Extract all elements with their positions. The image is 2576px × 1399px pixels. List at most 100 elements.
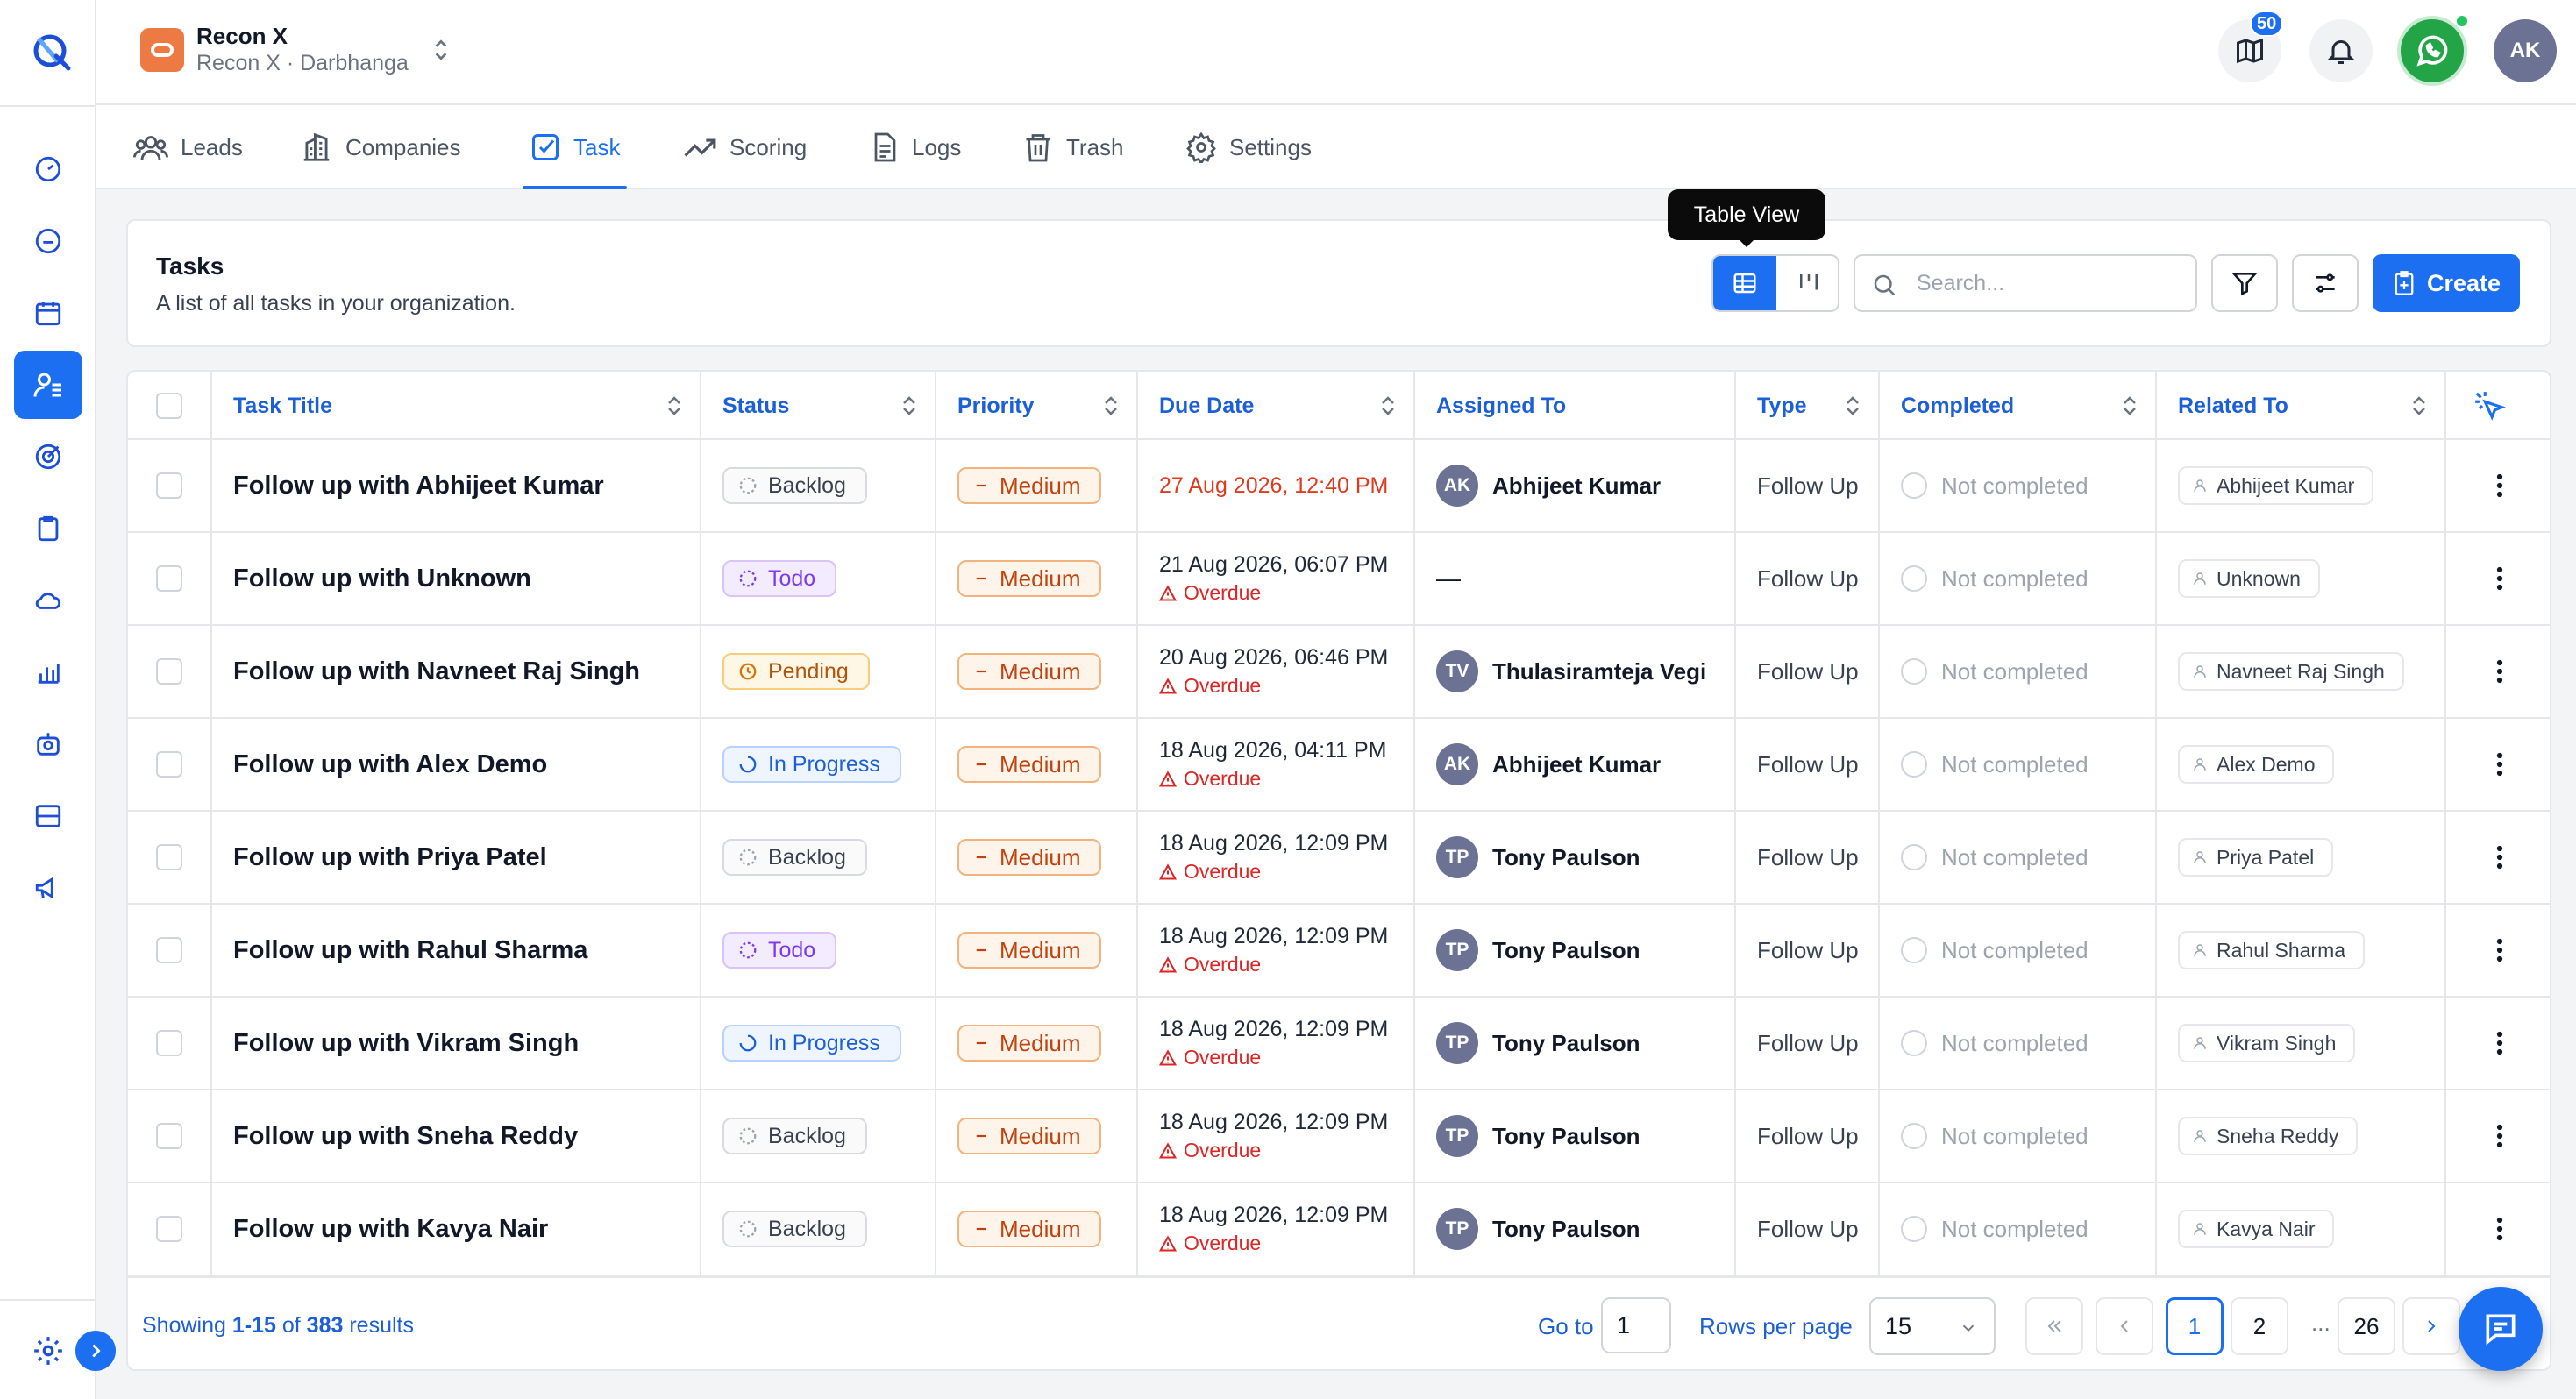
related-to-badge[interactable]: Sneha Reddy	[2178, 1117, 2359, 1155]
table-row[interactable]: Follow up with Unknown Todo Medium 21 Au…	[128, 533, 2550, 626]
sidebar-item-calendar[interactable]	[14, 279, 82, 347]
table-row[interactable]: Follow up with Vikram Singh In Progress …	[128, 998, 2550, 1090]
priority-badge[interactable]: Medium	[957, 560, 1102, 597]
status-badge[interactable]: Todo	[722, 560, 837, 597]
table-row[interactable]: Follow up with Priya Patel Backlog Mediu…	[128, 812, 2550, 905]
priority-badge[interactable]: Medium	[957, 1025, 1102, 1062]
sidebar-item-goals[interactable]	[14, 423, 82, 491]
tab-logs[interactable]: Logs	[868, 107, 961, 188]
column-header-assigned-to[interactable]: Assigned To	[1415, 372, 1736, 440]
task-title[interactable]: Follow up with Kavya Nair	[212, 1215, 548, 1244]
complete-toggle[interactable]	[1901, 937, 1927, 963]
row-checkbox[interactable]	[156, 844, 182, 870]
row-checkbox[interactable]	[156, 1216, 182, 1242]
related-to-badge[interactable]: Priya Patel	[2178, 838, 2334, 877]
create-task-button[interactable]: Create	[2373, 254, 2520, 312]
task-title[interactable]: Follow up with Navneet Raj Singh	[212, 657, 640, 686]
status-badge[interactable]: Pending	[722, 653, 870, 690]
related-to-badge[interactable]: Alex Demo	[2178, 745, 2335, 784]
select-all-checkbox[interactable]	[156, 393, 182, 419]
chat-support-button[interactable]	[2459, 1287, 2543, 1371]
row-checkbox[interactable]	[156, 565, 182, 592]
sidebar-item-reports[interactable]	[14, 638, 82, 707]
user-avatar[interactable]: AK	[2494, 19, 2557, 82]
table-row[interactable]: Follow up with Navneet Raj Singh Pending…	[128, 626, 2550, 719]
status-badge[interactable]: Todo	[722, 932, 837, 969]
tab-companies[interactable]: Companies	[300, 107, 461, 188]
sidebar-item-chat[interactable]	[14, 207, 82, 275]
row-checkbox[interactable]	[156, 751, 182, 778]
sort-icon[interactable]	[666, 394, 682, 417]
notifications-button[interactable]	[2309, 19, 2373, 82]
priority-badge[interactable]: Medium	[957, 653, 1102, 690]
sort-icon[interactable]	[2122, 394, 2138, 417]
task-title[interactable]: Follow up with Unknown	[212, 565, 531, 593]
table-row[interactable]: Follow up with Sneha Reddy Backlog Mediu…	[128, 1090, 2550, 1183]
task-title[interactable]: Follow up with Alex Demo	[212, 750, 547, 779]
org-switcher-button[interactable]	[430, 35, 452, 65]
table-row[interactable]: Follow up with Kavya Nair Backlog Medium…	[128, 1183, 2550, 1276]
column-actions-header[interactable]	[2446, 372, 2550, 440]
task-title[interactable]: Follow up with Sneha Reddy	[212, 1122, 578, 1151]
row-checkbox[interactable]	[156, 658, 182, 685]
complete-toggle[interactable]	[1901, 472, 1927, 499]
rows-per-page-select[interactable]: 15	[1869, 1297, 1996, 1355]
priority-badge[interactable]: Medium	[957, 746, 1102, 783]
sidebar-item-inbox[interactable]	[14, 782, 82, 850]
search-input[interactable]	[1917, 265, 2180, 302]
sidebar-item-clipboard[interactable]	[14, 494, 82, 563]
next-page-button[interactable]	[2402, 1297, 2460, 1355]
first-page-button[interactable]	[2025, 1297, 2083, 1355]
sidebar-item-dashboard[interactable]	[14, 135, 82, 203]
task-title[interactable]: Follow up with Abhijeet Kumar	[212, 472, 604, 501]
status-badge[interactable]: Backlog	[722, 467, 867, 504]
priority-badge[interactable]: Medium	[957, 1211, 1102, 1247]
related-to-badge[interactable]: Navneet Raj Singh	[2178, 652, 2404, 691]
status-badge[interactable]: Backlog	[722, 1118, 867, 1154]
related-to-badge[interactable]: Abhijeet Kumar	[2178, 466, 2374, 505]
row-checkbox[interactable]	[156, 472, 182, 499]
more-vertical-icon[interactable]	[2495, 1216, 2504, 1242]
page-1-button[interactable]: 1	[2166, 1297, 2224, 1355]
status-badge[interactable]: In Progress	[722, 746, 901, 783]
complete-toggle[interactable]	[1901, 1123, 1927, 1149]
tab-trash[interactable]: Trash	[1022, 107, 1124, 188]
filter-button[interactable]	[2211, 254, 2278, 312]
column-header-related-to[interactable]: Related To	[2157, 372, 2446, 440]
column-header-status[interactable]: Status	[701, 372, 936, 440]
tab-scoring[interactable]: Scoring	[684, 107, 807, 188]
table-view-button[interactable]	[1713, 256, 1776, 310]
related-to-badge[interactable]: Unknown	[2178, 559, 2320, 598]
status-badge[interactable]: Backlog	[722, 1211, 867, 1247]
sidebar-item-bot[interactable]	[14, 710, 82, 778]
table-row[interactable]: Follow up with Alex Demo In Progress Med…	[128, 719, 2550, 812]
column-header-completed[interactable]: Completed	[1880, 372, 2157, 440]
tab-settings[interactable]: Settings	[1185, 107, 1312, 188]
column-header-due-date[interactable]: Due Date	[1138, 372, 1415, 440]
app-logo-icon[interactable]	[32, 26, 72, 75]
column-header-priority[interactable]: Priority	[936, 372, 1138, 440]
page-26-button[interactable]: 26	[2338, 1297, 2395, 1355]
related-to-badge[interactable]: Vikram Singh	[2178, 1024, 2356, 1062]
table-row[interactable]: Follow up with Abhijeet Kumar Backlog Me…	[128, 440, 2550, 533]
goto-page-input[interactable]	[1601, 1297, 1671, 1353]
priority-badge[interactable]: Medium	[957, 839, 1102, 876]
sort-icon[interactable]	[901, 394, 917, 417]
more-vertical-icon[interactable]	[2495, 751, 2504, 778]
prev-page-button[interactable]	[2096, 1297, 2153, 1355]
column-header-type[interactable]: Type	[1736, 372, 1880, 440]
more-vertical-icon[interactable]	[2495, 844, 2504, 870]
sidebar-settings-button[interactable]	[32, 1334, 65, 1367]
page-2-button[interactable]: 2	[2231, 1297, 2288, 1355]
related-to-badge[interactable]: Kavya Nair	[2178, 1210, 2335, 1248]
priority-badge[interactable]: Medium	[957, 932, 1102, 969]
task-title[interactable]: Follow up with Priya Patel	[212, 843, 547, 872]
task-title[interactable]: Follow up with Vikram Singh	[212, 1029, 579, 1058]
table-row[interactable]: Follow up with Rahul Sharma Todo Medium …	[128, 905, 2550, 998]
sidebar-item-contacts[interactable]	[14, 351, 82, 419]
task-title[interactable]: Follow up with Rahul Sharma	[212, 936, 587, 965]
column-settings-button[interactable]	[2292, 254, 2359, 312]
tab-task[interactable]: Task	[522, 107, 628, 189]
complete-toggle[interactable]	[1901, 1216, 1927, 1242]
related-to-badge[interactable]: Rahul Sharma	[2178, 931, 2366, 969]
